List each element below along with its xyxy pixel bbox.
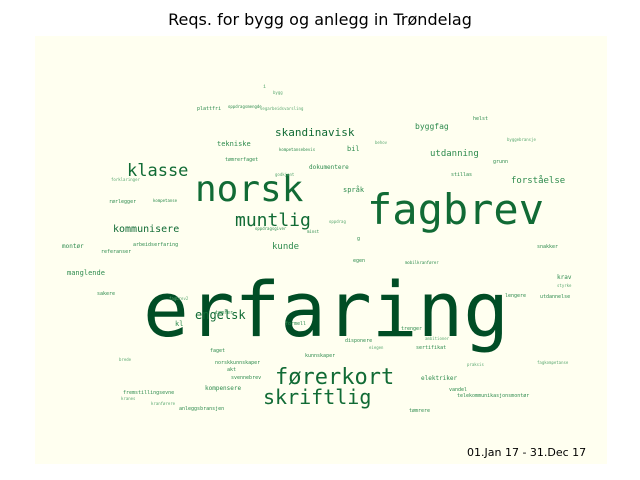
word-75: oppdrag xyxy=(329,219,346,224)
word-32: kompetansebevis xyxy=(279,147,316,152)
word-60: bygg xyxy=(273,90,283,95)
word-74: fagbrev2 xyxy=(169,296,189,301)
word-28: tømrer xyxy=(215,310,233,316)
word-73: forklaringer xyxy=(111,177,140,182)
word-69: eiegen xyxy=(369,345,384,350)
word-49: akt xyxy=(227,367,236,373)
word-cloud: erfaringfagbrevnorskførerkortskriftligmu… xyxy=(35,36,607,464)
word-35: egen xyxy=(353,258,365,264)
word-43: disponere xyxy=(345,338,372,344)
date-range-label: 01.Jan 17 - 31.Dec 17 xyxy=(467,446,587,459)
word-26: referanser xyxy=(101,249,131,255)
word-42: trenger xyxy=(401,326,422,332)
word-53: tømrere xyxy=(409,408,430,414)
word-16: språk xyxy=(343,185,365,194)
word-20: montør xyxy=(62,243,84,250)
word-4: skriftlig xyxy=(263,385,371,409)
word-48: svennebrev xyxy=(231,375,261,381)
word-63: godkjent xyxy=(275,172,295,177)
word-36: mobilkranfører xyxy=(405,260,439,265)
word-67: praksis xyxy=(467,362,484,367)
word-66: ambitioner xyxy=(425,336,450,341)
word-13: kunde xyxy=(272,242,299,252)
word-23: elektriker xyxy=(421,375,458,382)
word-27: arbeidserfaring xyxy=(133,242,178,248)
word-37: lengere xyxy=(505,293,526,299)
word-50: anleggsbransjen xyxy=(179,406,224,412)
word-19: manglende xyxy=(67,269,105,277)
word-72: kranførere xyxy=(151,401,176,406)
word-54: sakere xyxy=(97,291,115,297)
word-21: krav xyxy=(557,274,572,281)
word-59: i xyxy=(263,84,266,90)
word-64: styrke xyxy=(557,283,572,288)
word-33: grunn xyxy=(493,159,508,165)
word-57: oppdragsgiver xyxy=(255,226,287,231)
word-15: dokumentere xyxy=(309,164,349,171)
chart-title: Reqs. for bygg og anlegg in Trøndelag xyxy=(168,10,472,29)
word-47: kunnskaper xyxy=(305,353,335,359)
word-58: minst xyxy=(307,229,320,234)
word-14: tekniske xyxy=(217,140,251,148)
word-71: kranes xyxy=(121,396,136,401)
word-25: rørlegger xyxy=(109,199,136,205)
word-46: norskkunnskaper xyxy=(215,360,260,366)
word-62: behov xyxy=(375,140,388,145)
word-10: utdanning xyxy=(430,149,479,159)
word-61: vegarbeidsvarsling xyxy=(260,106,304,111)
word-68: fagkompetanse xyxy=(537,360,569,365)
word-1: fagbrev xyxy=(367,185,544,234)
word-70: brede xyxy=(119,357,132,362)
word-34: stillas xyxy=(451,172,472,178)
word-17: bil xyxy=(347,145,360,153)
word-51: telekommunikasjonsmontør xyxy=(457,393,529,399)
word-12: byggfag xyxy=(415,122,449,131)
word-22: kompensere xyxy=(205,385,242,392)
word-30: plattfri xyxy=(197,106,221,112)
word-11: forståelse xyxy=(511,175,565,186)
word-8: skandinavisk xyxy=(275,126,355,139)
word-52: vandel xyxy=(449,387,467,393)
word-65: byggebransje xyxy=(507,137,536,142)
word-31: oppdragsmengde xyxy=(228,104,262,109)
word-56: kompetanse xyxy=(153,198,178,203)
word-38: utdannelse xyxy=(540,294,570,300)
word-44: sertifikat xyxy=(416,345,446,351)
word-9: kommunisere xyxy=(113,224,179,235)
word-41: formell xyxy=(285,321,306,327)
word-45: faget xyxy=(210,348,225,354)
word-40: g xyxy=(357,236,360,242)
word-29: tømrerfaget xyxy=(225,157,258,163)
word-18: kl xyxy=(175,320,183,328)
word-39: snakker xyxy=(537,244,558,250)
word-55: helst xyxy=(473,116,488,122)
